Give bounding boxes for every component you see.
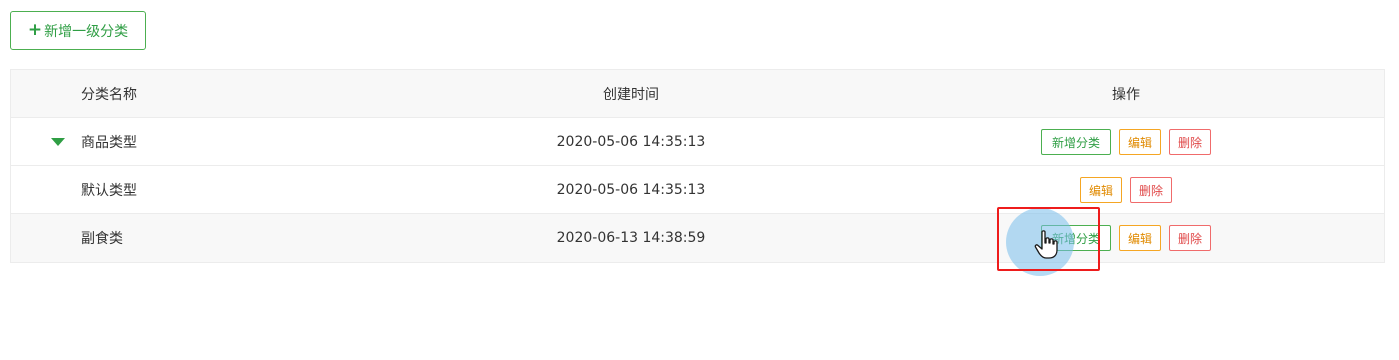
header-created-time: 创建时间 bbox=[603, 87, 659, 103]
category-management-page: + 新增一级分类 分类名称 创建时间 操作 商品类型 2020-05-06 14… bbox=[0, 0, 1399, 360]
header-operations: 操作 bbox=[1112, 87, 1140, 103]
row-operations: 编辑 删除 bbox=[976, 166, 1276, 214]
edit-button[interactable]: 编辑 bbox=[1119, 225, 1161, 251]
edit-button[interactable]: 编辑 bbox=[1119, 129, 1161, 155]
created-time: 2020-05-06 14:35:13 bbox=[556, 182, 706, 198]
row-operations: 新增分类 编辑 删除 bbox=[976, 118, 1276, 166]
category-table: 分类名称 创建时间 操作 商品类型 2020-05-06 14:35:13 新增… bbox=[10, 69, 1385, 263]
table-header-row: 分类名称 创建时间 操作 bbox=[11, 70, 1384, 118]
created-time: 2020-05-06 14:35:13 bbox=[556, 134, 706, 150]
delete-button[interactable]: 删除 bbox=[1169, 129, 1211, 155]
add-subcategory-button[interactable]: 新增分类 bbox=[1041, 225, 1111, 251]
add-top-level-category-label: 新增一级分类 bbox=[44, 23, 129, 40]
delete-button[interactable]: 删除 bbox=[1130, 177, 1172, 203]
table-row: 商品类型 2020-05-06 14:35:13 新增分类 编辑 删除 bbox=[11, 118, 1384, 166]
delete-button[interactable]: 删除 bbox=[1169, 225, 1211, 251]
table-row: 副食类 2020-06-13 14:38:59 新增分类 编辑 删除 bbox=[11, 214, 1384, 262]
add-top-level-category-button[interactable]: + 新增一级分类 bbox=[10, 11, 146, 50]
edit-button[interactable]: 编辑 bbox=[1080, 177, 1122, 203]
caret-down-icon[interactable] bbox=[51, 138, 65, 146]
add-subcategory-button[interactable]: 新增分类 bbox=[1041, 129, 1111, 155]
table-row: 默认类型 2020-05-06 14:35:13 编辑 删除 bbox=[11, 166, 1384, 214]
category-name: 副食类 bbox=[81, 231, 123, 247]
plus-icon: + bbox=[27, 20, 43, 40]
row-operations: 新增分类 编辑 删除 bbox=[976, 214, 1276, 262]
category-name: 商品类型 bbox=[81, 135, 137, 151]
header-category-name: 分类名称 bbox=[81, 87, 137, 103]
category-name: 默认类型 bbox=[81, 183, 137, 199]
created-time: 2020-06-13 14:38:59 bbox=[556, 230, 706, 246]
